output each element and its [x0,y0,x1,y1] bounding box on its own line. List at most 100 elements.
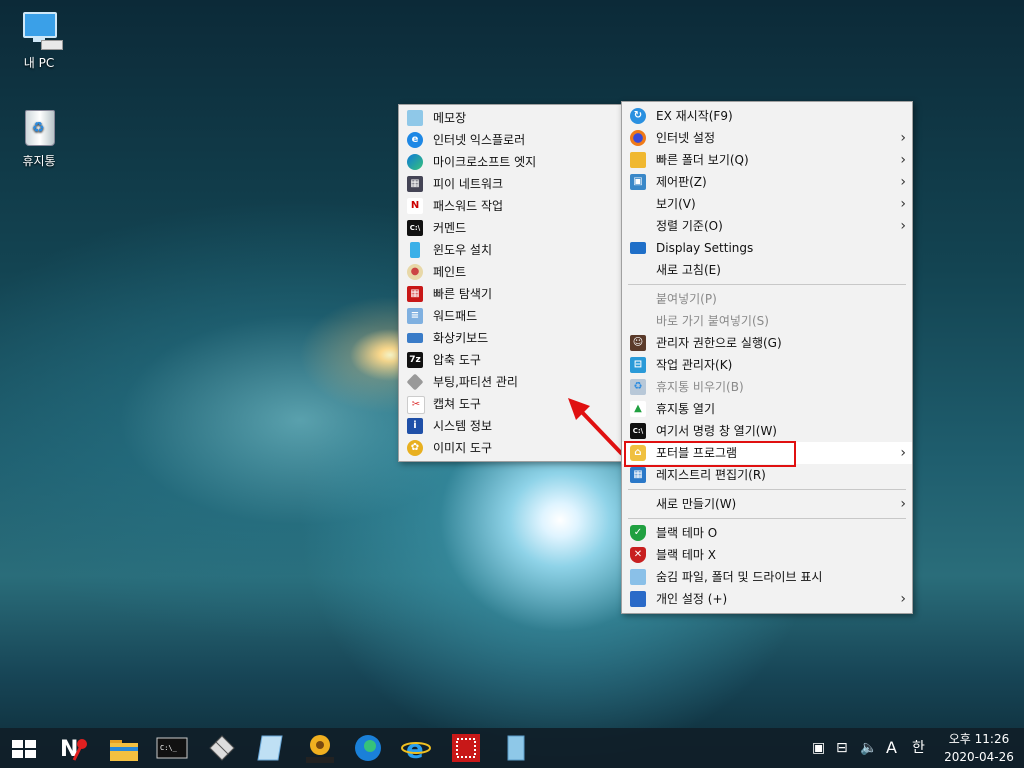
hidden-files-icon [630,569,646,585]
taskbar-windows-install[interactable] [500,732,532,764]
computer-icon [19,10,63,50]
menu-item-run-as-admin[interactable]: ☺ 관리자 권한으로 실행(G) [622,332,912,354]
cmd-icon: C:\_ [156,737,188,759]
svg-text:C:\_: C:\_ [160,744,178,752]
partition-icon [406,373,424,391]
menu-item-paste[interactable]: 붙여넣기(P) [622,288,912,310]
image-tool-icon [306,735,334,763]
shield-red-icon: ✕ [630,547,646,563]
menu-item-open-cmd-here[interactable]: C:\ 여기서 명령 창 열기(W) [622,420,912,442]
highlight-box [624,441,796,467]
shield-green-icon: ✓ [630,525,646,541]
explorer-icon: ▦ [407,286,423,302]
submenu-item-keyboard[interactable]: 화상키보드 [399,327,623,349]
firefox-icon [630,130,646,146]
taskbar-notepad[interactable] [254,732,286,764]
menu-item-registry-editor[interactable]: ▦ 레지스트리 편집기(R) [622,464,912,486]
notepad-icon [407,110,423,126]
ie-icon: e [407,132,423,148]
network-icon: ▦ [407,176,423,192]
menu-item-refresh[interactable]: 새로 고침(E) [622,259,912,281]
menu-item-empty-recycle-bin[interactable]: ♻ 휴지통 비우기(B) [622,376,912,398]
taskbar-password-tool[interactable]: N [58,732,90,764]
taskbar-quick-explorer[interactable] [450,732,482,764]
submenu-item-windows-install[interactable]: 윈도우 설치 [399,239,623,261]
menu-item-new[interactable]: 새로 만들기(W) › [622,493,912,515]
submenu-item-wordpad[interactable]: ≡ 워드패드 [399,305,623,327]
chevron-right-icon: › [900,196,906,212]
submenu-item-paint[interactable]: ● 페인트 [399,261,623,283]
chevron-right-icon: › [900,130,906,146]
image-tool-icon: ✿ [407,440,423,456]
network-icon[interactable]: ▣ [812,728,825,768]
partition-icon [209,735,235,761]
monitor-icon [630,242,646,254]
menu-item-sort-by[interactable]: 정렬 기준(O) › [622,215,912,237]
clock[interactable]: 오후 11:26 2020-04-26 [944,730,1014,766]
taskbar-edge[interactable] [352,732,384,764]
menu-item-open-recycle-bin[interactable]: ▲ 휴지통 열기 [622,398,912,420]
password-icon: N [407,198,423,214]
submenu-item-ie[interactable]: e 인터넷 익스플로러 [399,129,623,151]
ime-indicator[interactable]: 한 [912,728,925,768]
taskbar-file-explorer[interactable] [108,732,140,764]
recycle-bin-icon: ♻ [19,108,59,148]
chevron-right-icon: › [900,174,906,190]
menu-separator [628,284,906,285]
menu-separator [628,518,906,519]
paint-icon: ● [407,264,423,280]
personalize-icon [630,591,646,607]
edge-icon [407,154,423,170]
menu-item-internet-settings[interactable]: 인터넷 설정 › [622,127,912,149]
menu-item-ex-restart[interactable]: ↻ EX 재시작(F9) [622,105,912,127]
menu-item-control-panel[interactable]: ▣ 제어판(Z) › [622,171,912,193]
menu-item-paste-shortcut[interactable]: 바로 가기 붙여넣기(S) [622,310,912,332]
submenu-item-partition[interactable]: 부팅,파티션 관리 [399,371,623,393]
menu-separator [628,489,906,490]
submenu-item-password[interactable]: N 패스워드 작업 [399,195,623,217]
connection-icon[interactable]: ⊟ [836,728,848,768]
submenu-item-quick-explorer[interactable]: ▦ 빠른 탐색기 [399,283,623,305]
cmd-icon: C:\ [630,423,646,439]
volume-icon[interactable]: 🔈 [860,728,877,768]
submenu-item-notepad[interactable]: 메모장 [399,107,623,129]
taskbar-partition-tool[interactable] [206,732,238,764]
start-button[interactable] [8,732,40,764]
snipping-icon: ✂ [407,396,425,414]
7zip-icon: 7z [407,352,423,368]
chevron-right-icon: › [900,218,906,234]
submenu-item-cmd[interactable]: C:\ 커멘드 [399,217,623,239]
submenu-item-edge[interactable]: 마이크로소프트 엣지 [399,151,623,173]
edge-icon [355,735,381,761]
taskbar-cmd[interactable]: C:\_ [156,732,188,764]
menu-item-display-settings[interactable]: Display Settings [622,237,912,259]
language-indicator[interactable]: A [886,728,897,768]
clock-time: 오후 11:26 [948,732,1010,746]
taskbar: N C:\_ e ▣ ⊟ 🔈 A 한 오후 11:26 2020-04-26 [0,728,1024,768]
folder-icon [630,152,646,168]
menu-item-task-manager[interactable]: ⊟ 작업 관리자(K) [622,354,912,376]
taskbar-ie[interactable]: e [400,732,432,765]
recycle-open-icon: ▲ [630,401,646,417]
menu-item-quick-folder[interactable]: 빠른 폴더 보기(Q) › [622,149,912,171]
refresh-icon: ↻ [630,108,646,124]
submenu-item-7zip[interactable]: 7z 압축 도구 [399,349,623,371]
menu-item-show-hidden[interactable]: 숨김 파일, 폴더 및 드라이브 표시 [622,566,912,588]
desktop-icon-recycle-bin[interactable]: ♻ 휴지통 [4,108,74,169]
menu-item-view[interactable]: 보기(V) › [622,193,912,215]
windows-logo-icon [12,740,36,758]
annotation-arrow [568,398,624,456]
recycle-icon: ♻ [630,379,646,395]
install-icon [507,735,525,761]
desktop-icon-this-pc[interactable]: 내 PC [4,10,74,71]
taskbar-image-tool[interactable] [304,732,336,764]
registry-icon: ▦ [630,467,646,483]
desktop-context-menu: ↻ EX 재시작(F9) 인터넷 설정 › 빠른 폴더 보기(Q) › ▣ 제어판(Z)… [621,101,913,614]
menu-item-personalize[interactable]: 개인 설정 (+) › [622,588,912,610]
menu-item-black-theme-off[interactable]: ✕ 블랙 테마 X [622,544,912,566]
menu-item-black-theme-on[interactable]: ✓ 블랙 테마 O [622,522,912,544]
cmd-icon: C:\ [407,220,423,236]
submenu-item-network[interactable]: ▦ 피이 네트워크 [399,173,623,195]
clock-date: 2020-04-26 [944,750,1014,764]
desktop-icon-label: 내 PC [23,56,55,70]
